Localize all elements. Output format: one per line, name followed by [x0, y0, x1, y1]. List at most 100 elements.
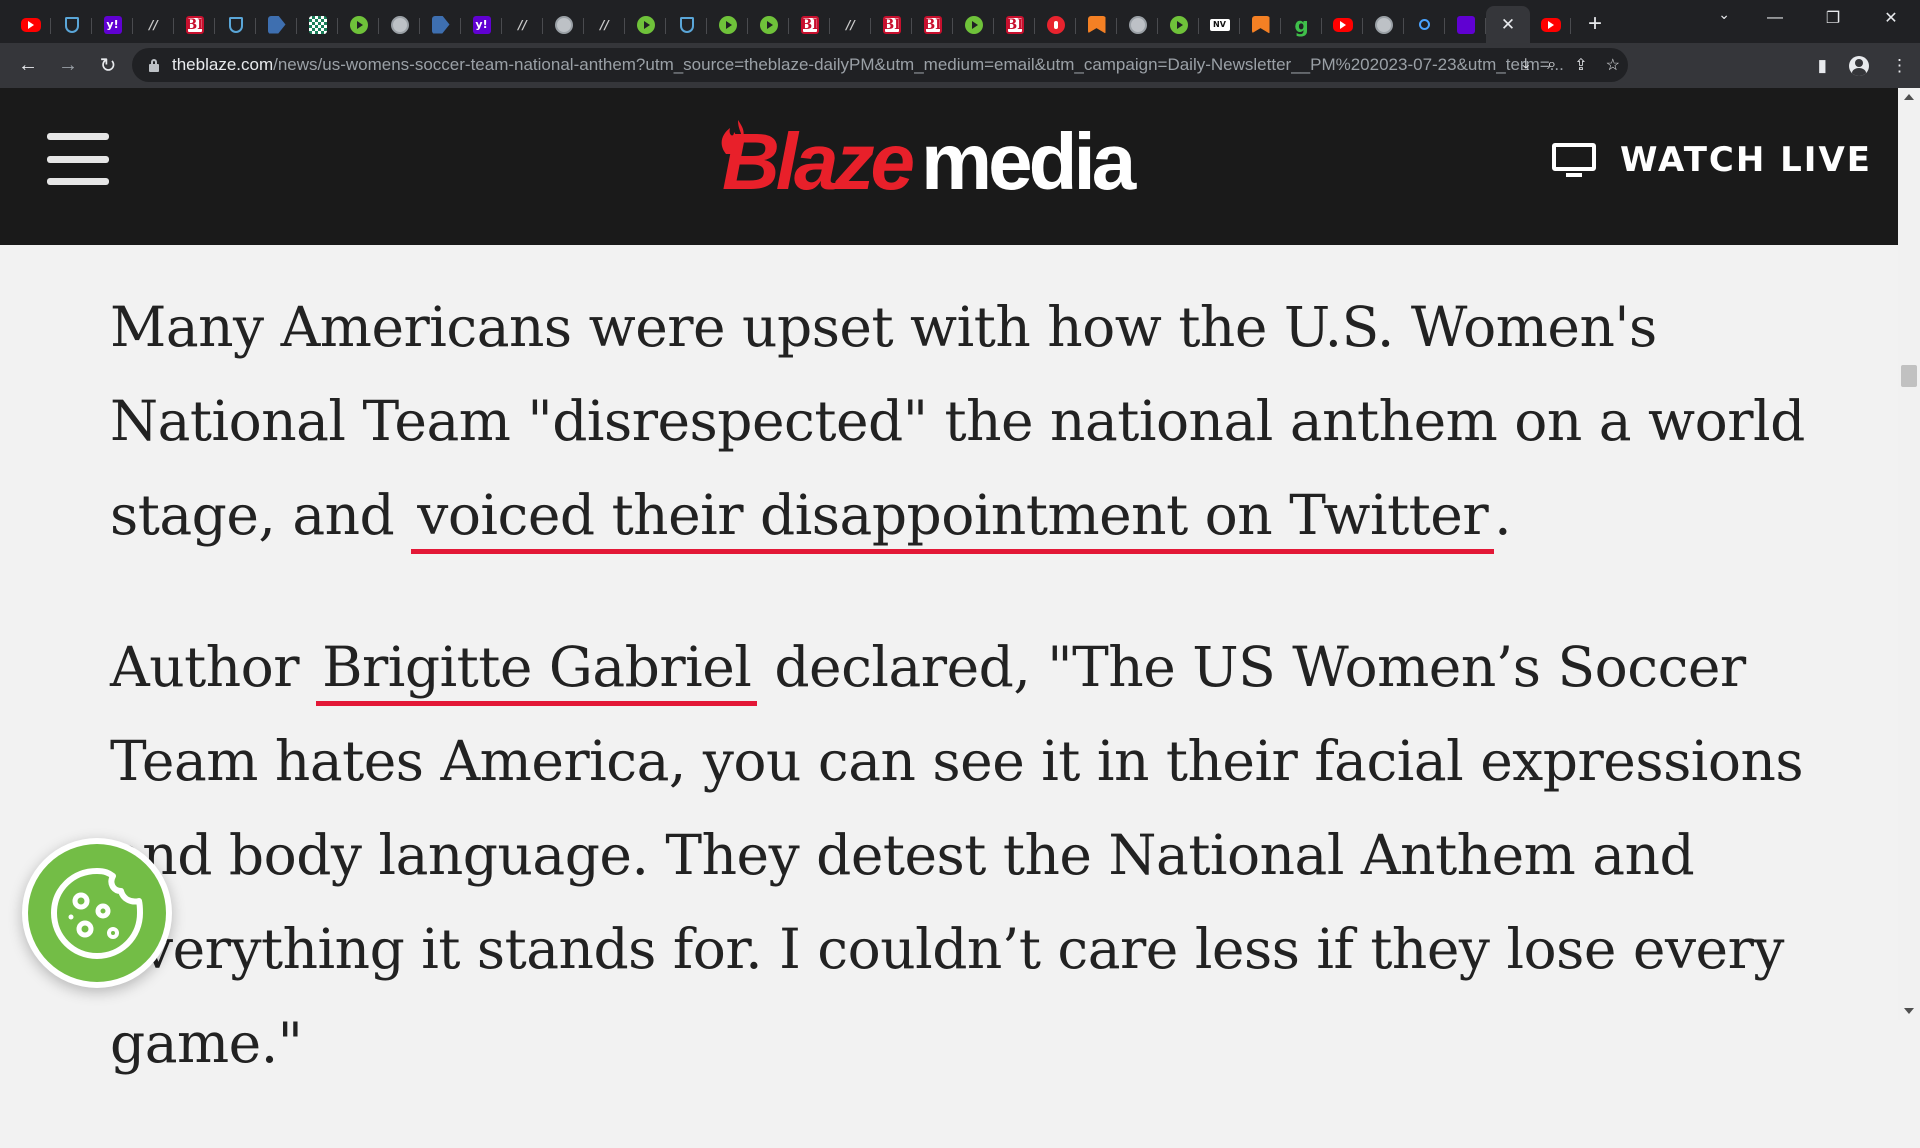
bookmark-icon — [1087, 15, 1106, 34]
watch-live-button[interactable]: WATCH LIVE — [1552, 140, 1872, 180]
hamburger-menu-icon[interactable] — [47, 133, 109, 185]
slash-icon: // — [149, 17, 158, 32]
reload-icon[interactable]: ↻ — [88, 46, 128, 86]
browser-tab[interactable]: g — [1281, 8, 1322, 42]
bi-icon: BI — [185, 15, 204, 34]
globe-icon — [554, 15, 573, 34]
youtube-icon — [1540, 17, 1561, 32]
browser-tab[interactable] — [666, 8, 707, 42]
play-icon — [636, 15, 655, 34]
tab-list: y! // BI y! // // BI // BI BI BI NV g ✕ + — [10, 0, 1615, 43]
browser-tab[interactable] — [1240, 8, 1281, 42]
browser-tab[interactable] — [1158, 8, 1199, 42]
article-body: Many Americans were upset with how the U… — [110, 280, 1810, 1148]
browser-tab[interactable] — [1445, 8, 1486, 42]
profile-avatar-icon[interactable] — [1849, 55, 1869, 76]
browser-tab[interactable]: BI — [174, 8, 215, 42]
browser-toolbar: ← → ↻ theblaze.com/news/us-womens-soccer… — [0, 43, 1920, 88]
browser-tab[interactable] — [51, 8, 92, 42]
browser-tab[interactable] — [297, 8, 338, 42]
cookie-icon — [51, 868, 143, 959]
browser-tab[interactable]: // — [133, 8, 174, 42]
browser-tab[interactable] — [420, 8, 461, 42]
blazemedia-logo[interactable]: Blaze media — [721, 112, 1136, 206]
browser-tab[interactable]: BI — [871, 8, 912, 42]
menu-kebab-icon[interactable]: ⋮ — [1891, 56, 1908, 76]
logo-blaze-word: Blaze — [721, 120, 915, 202]
bar-icon: NV — [1209, 18, 1230, 31]
scroll-down-arrow-icon[interactable] — [1904, 1008, 1914, 1014]
browser-tab[interactable] — [748, 8, 789, 42]
hamburger-line — [47, 133, 109, 140]
back-arrow-icon[interactable]: ← — [8, 46, 48, 86]
close-window-icon[interactable]: ✕ — [1862, 0, 1920, 36]
address-bar[interactable]: theblaze.com/news/us-womens-soccer-team-… — [132, 48, 1628, 82]
logo-blaze-text: Blaze — [722, 117, 915, 206]
browser-tab[interactable]: BI — [789, 8, 830, 42]
window-controls: — ❐ ✕ — [1746, 0, 1920, 36]
paragraph-text: . — [1494, 483, 1512, 547]
browser-tab[interactable] — [379, 8, 420, 42]
omnibox-actions: ⤓ ⌕ ⇪ ☆ — [1522, 48, 1620, 82]
browser-tab[interactable] — [1117, 8, 1158, 42]
browser-tab[interactable] — [256, 8, 297, 42]
tab-search-icon[interactable]: ⌄ — [1718, 6, 1730, 23]
browser-tab[interactable]: y! — [461, 8, 502, 42]
brigitte-gabriel-link[interactable]: Brigitte Gabriel — [316, 635, 758, 706]
browser-tab[interactable] — [1363, 8, 1404, 42]
browser-tab[interactable]: // — [584, 8, 625, 42]
browser-tab[interactable] — [1076, 8, 1117, 42]
browser-tab[interactable] — [1035, 8, 1076, 42]
slash-icon: // — [600, 17, 609, 32]
browser-tab[interactable]: // — [830, 8, 871, 42]
browser-tab[interactable]: y! — [92, 8, 133, 42]
zoom-icon[interactable]: ⌕ — [1547, 56, 1556, 74]
browser-tab[interactable] — [707, 8, 748, 42]
browser-tab[interactable] — [215, 8, 256, 42]
bi-icon: BI — [882, 15, 901, 34]
hamburger-line — [47, 178, 109, 185]
browser-tab[interactable] — [953, 8, 994, 42]
side-panel-icon[interactable]: ▮ — [1818, 56, 1827, 76]
browser-tab[interactable] — [1404, 8, 1445, 42]
close-tab-icon[interactable]: ✕ — [1501, 15, 1515, 35]
new-tab-plus-icon[interactable]: + — [1575, 10, 1615, 38]
active-browser-tab[interactable]: ✕ — [1486, 6, 1530, 43]
bookmark-star-icon[interactable]: ☆ — [1606, 55, 1620, 75]
browser-tab[interactable] — [1322, 8, 1363, 42]
flame-icon — [721, 120, 744, 154]
tv-icon — [1552, 143, 1597, 177]
lock-icon[interactable] — [148, 59, 160, 72]
logo-media-word: media — [920, 117, 1136, 206]
tv-stand — [1566, 173, 1583, 177]
browser-tab[interactable] — [543, 8, 584, 42]
browser-tab[interactable]: // — [502, 8, 543, 42]
chess-icon — [308, 15, 327, 34]
share-icon[interactable]: ⇪ — [1574, 55, 1587, 75]
browser-tab[interactable]: BI — [912, 8, 953, 42]
restore-icon[interactable]: ❐ — [1804, 0, 1862, 36]
browser-tab[interactable]: NV — [1199, 8, 1240, 42]
globe-icon — [1374, 15, 1393, 34]
install-icon[interactable]: ⤓ — [1522, 56, 1529, 74]
bookmark-icon — [1251, 15, 1270, 34]
cookie-settings-button[interactable] — [22, 838, 172, 988]
minimize-icon[interactable]: — — [1746, 0, 1804, 36]
scroll-up-arrow-icon[interactable] — [1904, 94, 1914, 100]
play-icon — [349, 15, 368, 34]
browser-tab[interactable] — [625, 8, 666, 42]
play-icon — [1169, 15, 1188, 34]
scroll-thumb[interactable] — [1901, 365, 1917, 387]
browser-tab[interactable] — [1530, 8, 1571, 42]
twitter-link[interactable]: voiced their disappointment on Twitter — [411, 483, 1495, 554]
url-host: theblaze.com — [172, 55, 274, 74]
browser-tab[interactable] — [338, 8, 379, 42]
toolbar-actions: ▮ ⋮ — [1818, 43, 1908, 88]
slash-icon: // — [518, 17, 527, 32]
page-scrollbar[interactable] — [1898, 88, 1920, 1020]
url-text[interactable]: theblaze.com/news/us-womens-soccer-team-… — [172, 55, 1612, 75]
browser-tab[interactable]: BI — [994, 8, 1035, 42]
site-header: Blaze media WATCH LIVE — [0, 88, 1898, 245]
forward-arrow-icon[interactable]: → — [48, 46, 88, 86]
browser-tab[interactable] — [10, 8, 51, 42]
